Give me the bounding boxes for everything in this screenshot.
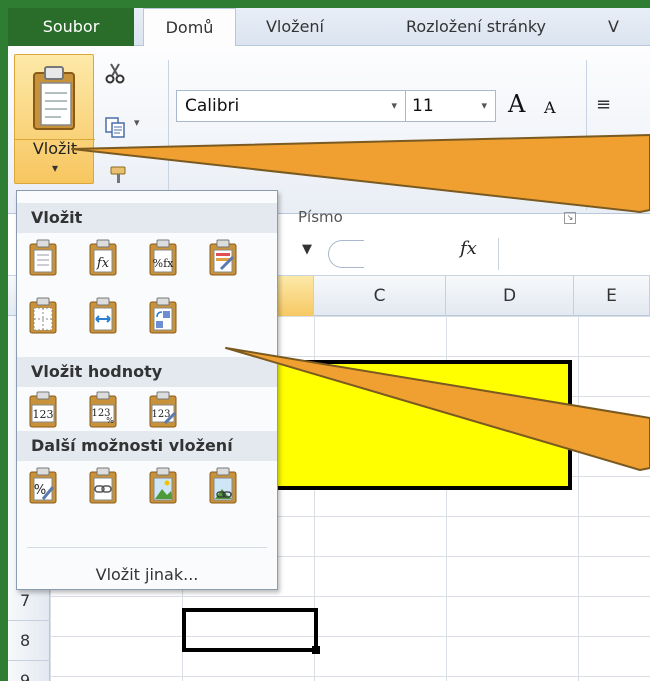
chevron-down-icon[interactable]: ▾ <box>391 91 397 121</box>
svg-text:%: % <box>106 416 114 425</box>
no-borders-icon[interactable] <box>27 297 59 335</box>
ribbon-tab-bar: Soubor Domů Vložení Rozložení stránky V <box>8 8 650 48</box>
linked-picture-icon[interactable] <box>207 467 239 505</box>
section-paste-values: Vložit hodnoty <box>17 357 277 387</box>
row-header-9[interactable]: 9 <box>8 661 50 681</box>
column-header-e[interactable]: E <box>574 276 650 316</box>
paste-values-source-formatting-icon[interactable]: 123 <box>147 391 179 429</box>
paste-dropdown-menu: Vložit fx %fx Vložit hodnoty 123 123% 12… <box>16 190 278 590</box>
font-size-value: 11 <box>412 96 434 116</box>
paste-link-icon[interactable] <box>87 467 119 505</box>
tab-next[interactable]: V <box>608 8 648 46</box>
copy-icon[interactable] <box>104 116 126 138</box>
excel-window: Soubor Domů Vložení Rozložení stránky V … <box>8 8 650 681</box>
font-name-value: Calibri <box>185 96 240 116</box>
paste-special-menu-item[interactable]: Vložit jinak... <box>17 565 277 584</box>
paste-values-icon[interactable]: 123 <box>27 391 59 429</box>
clipboard-icon <box>31 65 77 133</box>
formula-input[interactable] <box>498 238 650 270</box>
tab-insert[interactable]: Vložení <box>240 8 350 46</box>
tab-home[interactable]: Domů <box>143 8 236 48</box>
paste-button[interactable]: Vložit ▾ <box>14 54 95 184</box>
formula-circle-decoration <box>328 240 364 268</box>
svg-text:123: 123 <box>33 408 54 421</box>
group-separator <box>168 60 169 210</box>
scissors-icon[interactable] <box>104 62 126 84</box>
chevron-down-icon[interactable]: ▾ <box>481 91 487 121</box>
paste-icon[interactable] <box>27 239 59 277</box>
copy-caret-icon[interactable]: ▾ <box>134 116 140 129</box>
shrink-font-button[interactable]: A <box>544 98 556 117</box>
grow-font-button[interactable]: A <box>508 90 525 118</box>
transpose-icon[interactable] <box>147 297 179 335</box>
column-header-c[interactable]: C <box>314 276 446 316</box>
tab-file[interactable]: Soubor <box>8 8 134 46</box>
font-size-box[interactable]: 11 ▾ <box>406 90 496 122</box>
function-icon[interactable]: fx <box>460 238 477 259</box>
keep-column-widths-icon[interactable] <box>87 297 119 335</box>
menu-separator <box>27 547 267 548</box>
chevron-down-icon[interactable]: ▾ <box>15 161 95 175</box>
paste-formulas-icon[interactable]: fx <box>87 239 119 277</box>
section-other-paste-options: Další možnosti vložení <box>17 431 277 461</box>
paste-picture-icon[interactable] <box>147 467 179 505</box>
keep-source-formatting-icon[interactable] <box>207 239 239 277</box>
font-name-box[interactable]: Calibri ▾ <box>176 90 406 122</box>
svg-text:fx: fx <box>96 256 110 271</box>
chevron-down-icon[interactable]: ▼ <box>302 242 312 257</box>
svg-text:%fx: %fx <box>153 257 175 270</box>
dialog-launcher-icon[interactable]: ↘ <box>564 212 576 224</box>
format-painter-icon[interactable] <box>108 164 130 186</box>
fill-handle[interactable] <box>312 646 320 654</box>
selected-cell[interactable] <box>182 608 320 654</box>
section-paste: Vložit <box>17 203 277 233</box>
group-separator <box>586 60 587 210</box>
font-group-label: Písmo <box>298 208 343 226</box>
align-left-icon[interactable]: ≡ <box>596 94 611 115</box>
row-header-8[interactable]: 8 <box>8 621 50 661</box>
ribbon: Vložit ▾ ▾ Calibri ▾ 11 ▾ A A ≡ Písmo ↘ <box>8 46 650 226</box>
paste-formatting-icon[interactable]: % <box>27 467 59 505</box>
tab-page-layout[interactable]: Rozložení stránky <box>358 8 594 46</box>
column-header-d[interactable]: D <box>446 276 574 316</box>
paste-values-number-format-icon[interactable]: 123% <box>87 391 119 429</box>
paste-formulas-number-format-icon[interactable]: %fx <box>147 239 179 277</box>
paste-label: Vložit <box>32 139 78 158</box>
